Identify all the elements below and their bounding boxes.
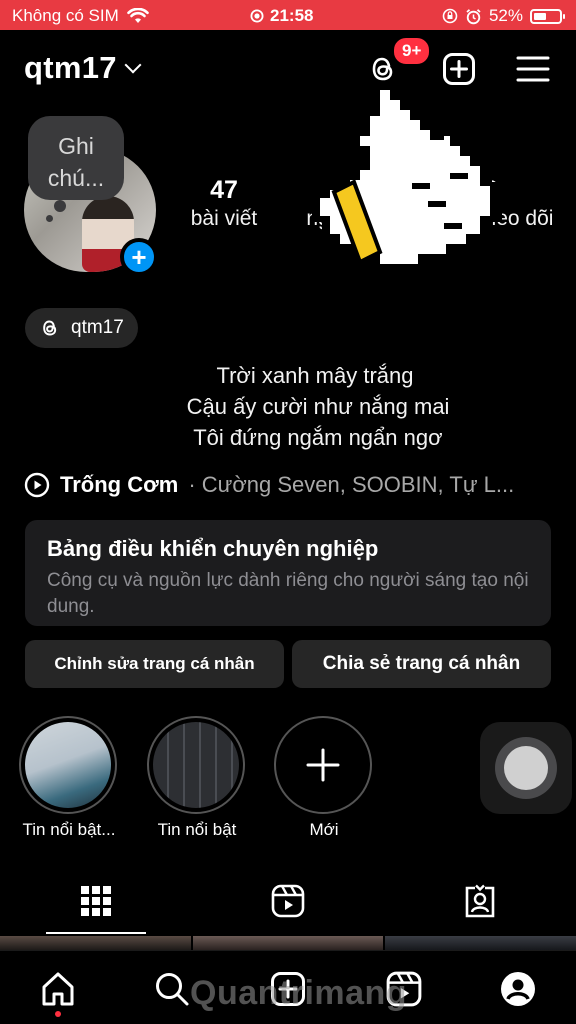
post-thumbnail[interactable] <box>192 936 384 950</box>
content-tabs <box>0 866 576 936</box>
bio-line: Trời xanh mây trắng <box>216 363 414 388</box>
nav-search[interactable] <box>152 969 192 1009</box>
wifi-icon <box>126 8 149 23</box>
highlight-cover <box>25 722 111 808</box>
plus-icon <box>306 748 340 782</box>
posts-label: bài viết <box>190 207 258 230</box>
highlight-label: Mới <box>309 820 339 839</box>
menu-icon[interactable] <box>516 52 550 86</box>
note-bubble-tail-small <box>46 215 53 222</box>
posts-count[interactable]: 47 bài viết <box>176 176 272 231</box>
note-text: Ghi chú... <box>47 133 105 191</box>
notification-badge: 9+ <box>392 36 432 66</box>
new-highlight-button[interactable]: Mới <box>274 716 374 840</box>
highlight-ring <box>19 716 117 814</box>
reels-icon <box>271 884 305 918</box>
highlight-ring <box>274 716 372 814</box>
posts-grid-icon <box>81 886 111 916</box>
battery-icon <box>530 8 565 24</box>
threads-handle: qtm17 <box>71 317 124 338</box>
profile-bio: Trời xanh mây trắng Cậu ấy cười như nắng… <box>150 360 480 453</box>
edit-profile-button[interactable]: Chỉnh sửa trang cá nhân <box>25 640 284 688</box>
story-highlight[interactable]: Tin nổi bật <box>147 716 247 840</box>
chevron-down-icon <box>124 56 142 74</box>
note-bubble-tail <box>54 200 66 212</box>
home-activity-dot <box>55 1011 61 1017</box>
add-story-button[interactable]: + <box>120 238 158 276</box>
screen-recording-icon <box>250 9 264 23</box>
post-thumbnail[interactable] <box>385 936 576 950</box>
rotation-lock-icon <box>442 8 458 24</box>
posts-grid-preview <box>0 936 576 950</box>
highlight-cover <box>280 722 366 808</box>
play-icon <box>24 472 50 498</box>
tagged-icon <box>465 884 495 918</box>
song-artist: · Cường Seven, SOOBIN, Tự L... <box>188 472 515 497</box>
highlight-ring <box>147 716 245 814</box>
threads-icon <box>43 320 57 336</box>
nav-home[interactable] <box>38 969 78 1009</box>
tab-reels[interactable] <box>192 866 384 936</box>
professional-dashboard-card[interactable]: Bảng điều khiển chuyên nghiệp Công cụ và… <box>25 520 551 626</box>
tab-posts-grid[interactable] <box>0 866 192 936</box>
bio-line: Cậu ấy cười như nắng mai <box>180 394 450 419</box>
note-bubble[interactable]: Ghi chú... <box>28 116 124 222</box>
username-label: qtm17 <box>24 50 117 85</box>
home-icon <box>42 972 74 1006</box>
status-right: 52% <box>442 6 565 26</box>
watermark: Quantrimang <box>190 974 408 1012</box>
share-profile-button[interactable]: Chia sẻ trang cá nhân <box>292 640 551 688</box>
assistive-touch-core <box>504 746 548 790</box>
carrier-label: Không có SIM <box>12 6 119 25</box>
time-label: 21:58 <box>270 6 314 25</box>
bio-line: Tôi đứng ngắm ngẩn ngơ <box>187 425 443 450</box>
highlight-label: Tin nổi bật <box>157 820 237 839</box>
dashboard-subtitle: Công cụ và nguồn lực dành riêng cho ngườ… <box>47 570 529 617</box>
search-icon <box>156 973 189 1006</box>
song-title: Trống Cơm <box>60 472 179 497</box>
account-switcher[interactable]: qtm17 <box>24 50 142 86</box>
assistive-touch-button[interactable] <box>480 722 572 814</box>
profile-icon <box>501 972 535 1006</box>
status-bar: Không có SIM 21:58 52% <box>0 0 576 30</box>
carrier-info: Không có SIM <box>12 6 149 26</box>
nav-profile[interactable] <box>498 969 538 1009</box>
dashboard-title: Bảng điều khiển chuyên nghiệp <box>47 536 379 561</box>
highlight-cover <box>153 722 239 808</box>
battery-percent: 52% <box>488 6 523 25</box>
posts-number: 47 <box>210 176 238 204</box>
pointing-hand-cursor <box>312 82 502 272</box>
threads-profile-link[interactable]: qtm17 <box>25 308 138 348</box>
assistive-touch-ring <box>495 737 557 799</box>
tab-tagged[interactable] <box>384 866 576 936</box>
story-highlight[interactable]: Tin nổi bật... <box>19 716 119 840</box>
highlight-label: Tin nổi bật... <box>22 820 116 839</box>
profile-music[interactable]: Trống Cơm · Cường Seven, SOOBIN, Tự L... <box>24 472 554 498</box>
alarm-icon <box>466 8 481 24</box>
clock: 21:58 <box>250 6 313 26</box>
post-thumbnail[interactable] <box>0 936 191 950</box>
